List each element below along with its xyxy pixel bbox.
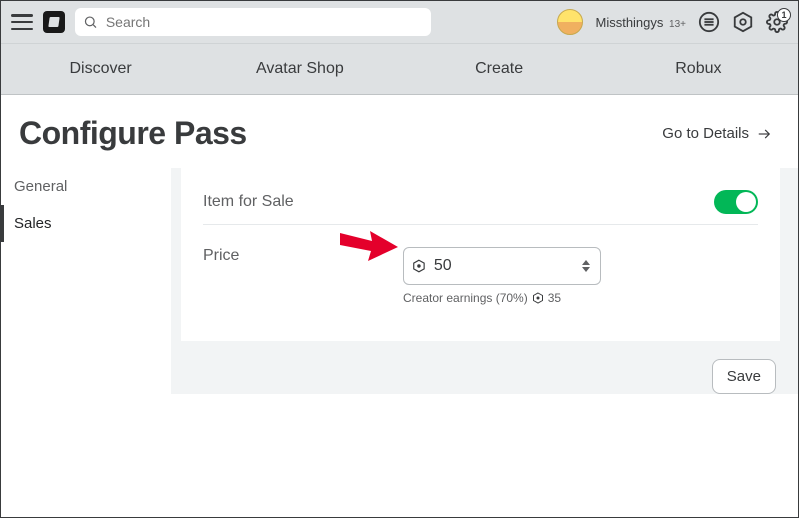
menu-icon[interactable] [11, 14, 33, 30]
app-frame: Missthingys 13+ 1 Discover Avatar Shop C… [0, 0, 799, 518]
robux-currency-icon [412, 258, 426, 274]
item-for-sale-row: Item for Sale [203, 180, 758, 225]
search-box[interactable] [75, 8, 431, 36]
price-stepper[interactable] [582, 253, 594, 279]
nav-discover[interactable]: Discover [1, 60, 200, 78]
search-input[interactable] [104, 13, 423, 31]
robux-icon[interactable] [732, 11, 754, 33]
stepper-up-icon[interactable] [582, 260, 590, 265]
topbar: Missthingys 13+ 1 [1, 1, 798, 43]
price-input-wrapper[interactable] [403, 247, 601, 285]
creator-earnings-value: 35 [548, 291, 561, 305]
search-icon [83, 14, 98, 30]
sidebar: General Sales [1, 168, 171, 394]
item-for-sale-toggle[interactable] [714, 190, 758, 214]
price-row: Price Creator earnings (70%) 35 [203, 225, 758, 315]
item-for-sale-label: Item for Sale [203, 193, 403, 211]
page-header: Configure Pass Go to Details [1, 95, 798, 168]
content-column: Item for Sale Price Creator earnings (70… [171, 168, 798, 394]
primary-nav: Discover Avatar Shop Create Robux [1, 43, 798, 95]
body-columns: General Sales Item for Sale Price [1, 168, 798, 394]
messages-icon[interactable] [698, 11, 720, 33]
sidebar-item-general[interactable]: General [1, 168, 171, 205]
page-title: Configure Pass [19, 115, 247, 152]
avatar[interactable] [557, 9, 583, 35]
save-button[interactable]: Save [712, 359, 776, 394]
sidebar-item-sales[interactable]: Sales [1, 205, 171, 242]
roblox-logo[interactable] [43, 11, 65, 33]
price-input[interactable] [432, 256, 592, 276]
notification-badge: 1 [777, 8, 791, 22]
creator-earnings: Creator earnings (70%) 35 [403, 291, 601, 305]
go-to-details-link[interactable]: Go to Details [662, 125, 773, 142]
nav-avatar-shop[interactable]: Avatar Shop [200, 60, 399, 78]
settings-icon[interactable]: 1 [766, 11, 788, 33]
price-label: Price [203, 247, 403, 265]
nav-robux[interactable]: Robux [599, 60, 798, 78]
stepper-down-icon[interactable] [582, 267, 590, 272]
robux-currency-icon [532, 292, 544, 304]
age-tag: 13+ [669, 19, 686, 30]
sales-card: Item for Sale Price Creator earnings (70… [181, 168, 780, 341]
nav-create[interactable]: Create [400, 60, 599, 78]
actions-row: Save [171, 341, 798, 394]
arrow-right-icon [755, 127, 773, 141]
username[interactable]: Missthingys 13+ [595, 15, 686, 30]
topbar-right: Missthingys 13+ 1 [557, 9, 788, 35]
